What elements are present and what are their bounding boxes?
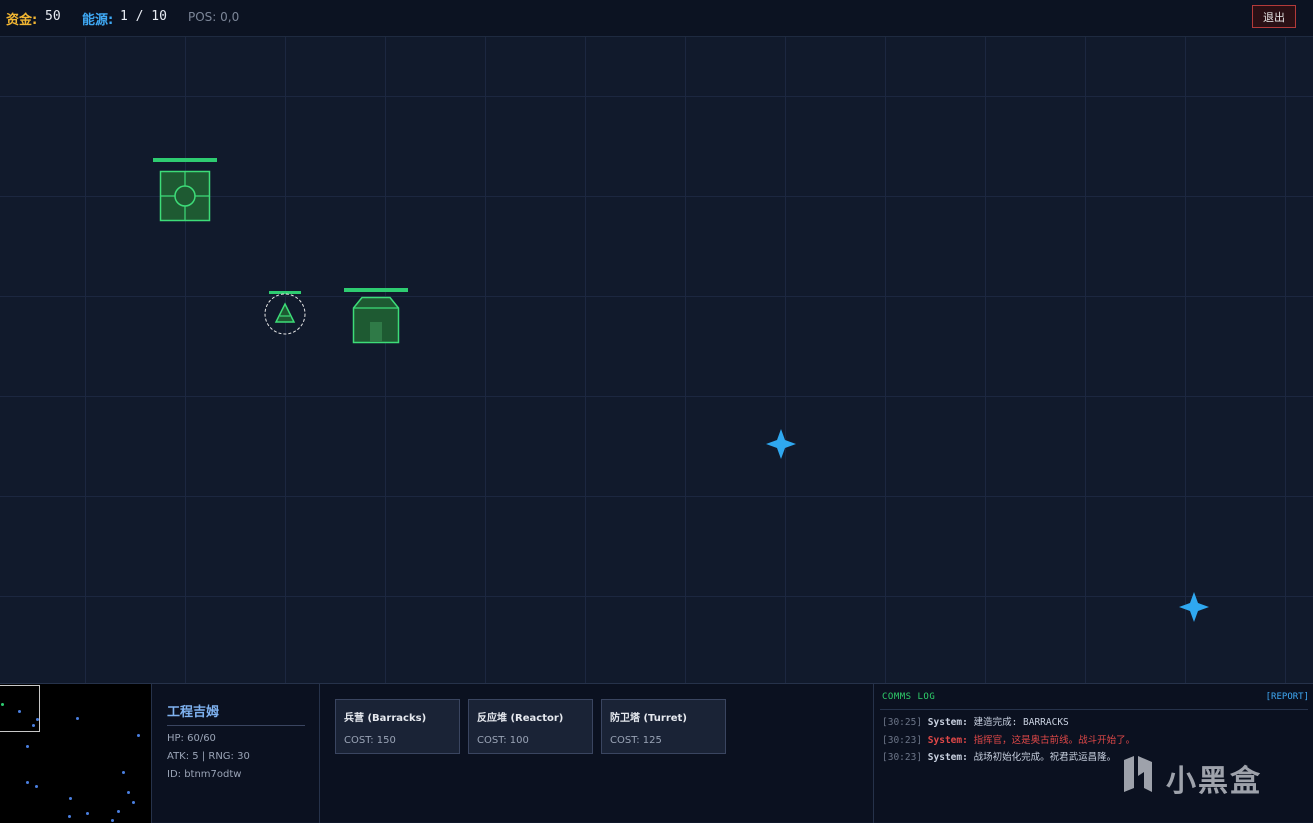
minimap-resource-dot <box>117 810 120 813</box>
unit-id: ID: btnm7odtw <box>167 769 242 780</box>
log-entry: [30:23] System: 指挥官，这是奥古前线。战斗开始了。 <box>882 732 1135 746</box>
barracks-building[interactable] <box>344 288 408 344</box>
minimap-resource-dot <box>127 791 130 794</box>
selected-unit-info: 工程吉姆 HP: 60/60 ATK: 5 | RNG: 30 ID: btnm… <box>153 684 320 823</box>
energy-label: 能源: <box>82 13 114 28</box>
top-resource-bar: 资金: 50 能源: 1 / 10 POS: 0,0 退出 <box>0 0 1313 37</box>
minimap-player-dot <box>1 703 4 706</box>
build-item-name: 反应堆 (Reactor) <box>477 713 564 724</box>
comms-divider <box>880 709 1308 710</box>
build-menu: 兵营 (Barracks) COST: 150 反应堆 (Reactor) CO… <box>321 684 873 823</box>
crystal-resource-icon <box>766 429 796 459</box>
log-message: 指挥官，这是奥古前线。战斗开始了。 <box>973 735 1136 746</box>
energy-value: 1 / 10 <box>120 9 167 24</box>
funds-label: 资金: <box>6 13 38 28</box>
log-message: 建造完成: BARRACKS <box>973 717 1069 728</box>
log-time: [30:23] <box>882 752 923 763</box>
build-item-name: 防卫塔 (Turret) <box>610 713 687 724</box>
minimap[interactable] <box>0 684 152 823</box>
minimap-resource-dot <box>26 745 29 748</box>
crystal-resource[interactable] <box>766 429 796 459</box>
crystal-resource-icon <box>1179 592 1209 622</box>
crystal-resource[interactable] <box>1179 592 1209 622</box>
minimap-resource-dot <box>26 781 29 784</box>
command-center-icon <box>159 170 211 222</box>
comms-log-title: COMMS LOG <box>882 692 936 702</box>
build-item-cost: COST: 125 <box>610 735 662 746</box>
minimap-resource-dot <box>32 724 35 727</box>
log-entry: [30:25] System: 建造完成: BARRACKS <box>882 714 1069 728</box>
log-source: System: <box>927 735 968 746</box>
minimap-resource-dot <box>18 710 21 713</box>
build-item-cost: COST: 150 <box>344 735 396 746</box>
minimap-resource-dot <box>68 815 71 818</box>
unit-hp: HP: 60/60 <box>167 733 216 744</box>
log-source: System: <box>927 717 968 728</box>
minimap-resource-dot <box>69 797 72 800</box>
barracks-icon <box>352 296 400 344</box>
minimap-resource-dot <box>35 785 38 788</box>
build-item-cost: COST: 100 <box>477 735 529 746</box>
log-time: [30:23] <box>882 735 923 746</box>
minimap-resource-dot <box>122 771 125 774</box>
minimap-resource-dot <box>132 801 135 804</box>
minimap-resource-dot <box>76 717 79 720</box>
xiaoheihe-logo-icon <box>1124 756 1152 792</box>
build-barracks-button[interactable]: 兵营 (Barracks) COST: 150 <box>335 699 460 754</box>
engineer-unit-icon <box>264 293 306 335</box>
position-readout: POS: 0,0 <box>188 10 240 24</box>
exit-button[interactable]: 退出 <box>1252 5 1296 28</box>
watermark-text: 小黑盒 <box>1166 764 1262 799</box>
engineer-unit[interactable] <box>263 291 307 335</box>
unit-atk-rng: ATK: 5 | RNG: 30 <box>167 751 250 762</box>
game-map[interactable] <box>0 37 1313 683</box>
build-reactor-button[interactable]: 反应堆 (Reactor) COST: 100 <box>468 699 593 754</box>
build-item-name: 兵营 (Barracks) <box>344 713 427 724</box>
command-center-building[interactable] <box>153 158 217 228</box>
minimap-resource-dot <box>86 812 89 815</box>
log-message: 战场初始化完成。祝君武运昌隆。 <box>973 752 1117 763</box>
minimap-resource-dot <box>36 718 39 721</box>
build-turret-button[interactable]: 防卫塔 (Turret) COST: 125 <box>601 699 726 754</box>
log-time: [30:25] <box>882 717 923 728</box>
report-button[interactable]: [REPORT] <box>1266 692 1309 702</box>
watermark: 小黑盒 <box>1116 752 1276 799</box>
minimap-resource-dot <box>137 734 140 737</box>
funds-value: 50 <box>45 9 61 24</box>
log-entry: [30:23] System: 战场初始化完成。祝君武运昌隆。 <box>882 749 1116 763</box>
unit-name: 工程吉姆 <box>167 701 305 726</box>
log-source: System: <box>927 752 968 763</box>
